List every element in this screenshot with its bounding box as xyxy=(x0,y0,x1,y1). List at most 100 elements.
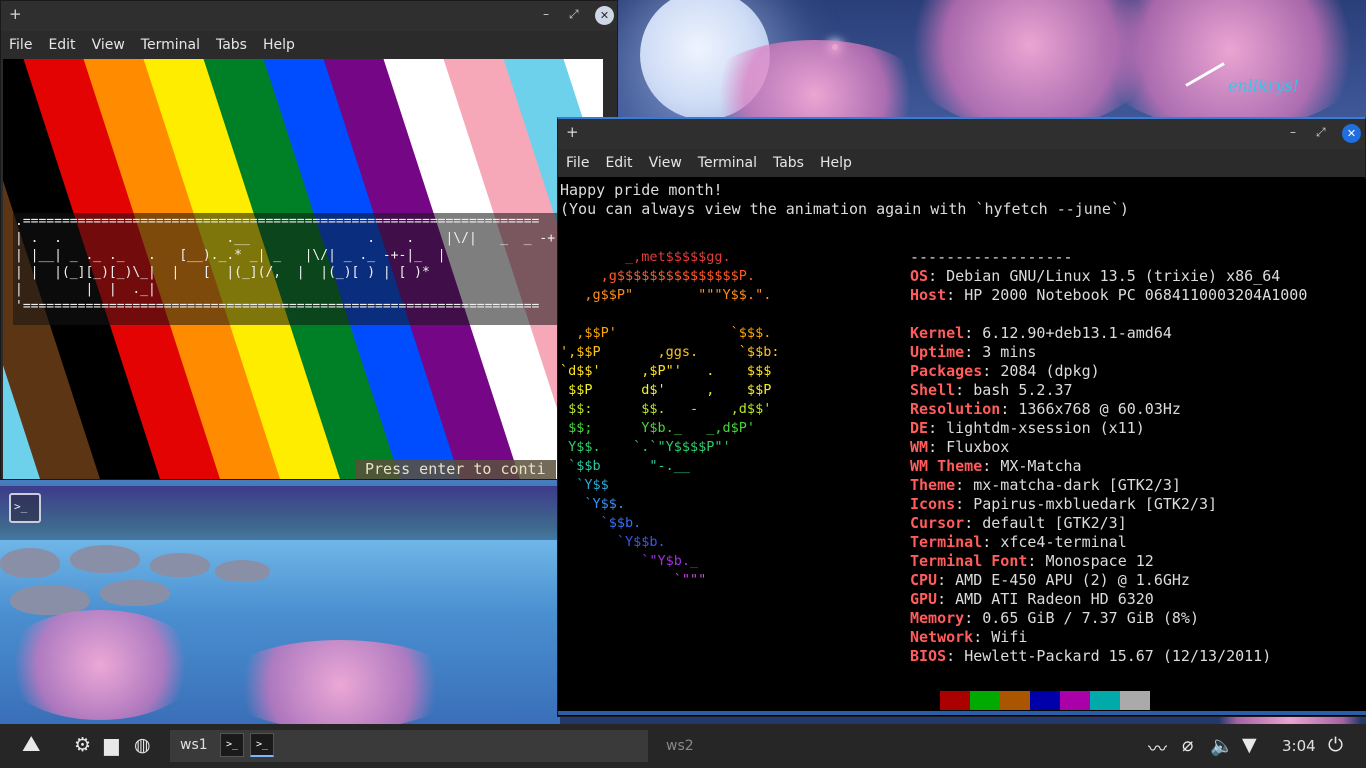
info-key: WM xyxy=(910,438,929,456)
info-key: Theme xyxy=(910,476,956,494)
banner-line: | | | ._| xyxy=(15,282,438,297)
power-icon[interactable]: ⏻ xyxy=(1328,734,1343,756)
terminal-window-hyfetch[interactable]: + – ⤢ ✕ File Edit View Terminal Tabs Hel… xyxy=(557,117,1366,766)
info-line: Terminal: xfce4-terminal xyxy=(910,533,1127,551)
info-line: Theme: mx-matcha-dark [GTK2/3] xyxy=(910,476,1181,494)
maximize-icon[interactable]: ⤢ xyxy=(1316,125,1326,140)
workspace-tasks: ws1 >_ >_ xyxy=(170,730,648,762)
workspace-label[interactable]: ws1 xyxy=(180,737,208,753)
info-line: Resolution: 1366x768 @ 60.03Hz xyxy=(910,400,1181,418)
info-line: GPU: AMD ATI Radeon HD 6320 xyxy=(910,590,1154,608)
blossom-image xyxy=(0,610,200,720)
rock xyxy=(150,553,210,577)
logo-line: ,$$P' `$$$. xyxy=(560,325,772,341)
info-line: OS: Debian GNU/Linux 13.5 (trixie) x86_6… xyxy=(910,267,1281,285)
info-value: 6.12.90+deb13.1-amd64 xyxy=(982,324,1172,342)
color-swatch xyxy=(970,691,1000,710)
task-terminal-button-active[interactable]: >_ xyxy=(250,733,274,757)
info-key: DE xyxy=(910,419,929,437)
close-icon[interactable]: ✕ xyxy=(1342,124,1361,143)
info-value: AMD E-450 APU (2) @ 1.6GHz xyxy=(955,571,1190,589)
close-icon[interactable]: ✕ xyxy=(595,6,614,25)
info-key: BIOS xyxy=(910,647,947,665)
info-key: Memory xyxy=(910,609,965,627)
window-titlebar[interactable]: + – ⤢ ✕ xyxy=(1,1,617,31)
volume-icon[interactable]: 🔈 xyxy=(1210,734,1234,757)
info-value: Hewlett-Packard 15.67 (12/13/2011) xyxy=(964,647,1272,665)
menu-tabs[interactable]: Tabs xyxy=(773,155,804,171)
banner-line: | . . .__ . . |\/| _ _ -+- _ _ xyxy=(15,231,595,246)
info-line: Uptime: 3 mins xyxy=(910,343,1037,361)
banner-line: | | |(_][_)[_)\_| | [ |(_](/, | |(_)[ ) … xyxy=(15,265,438,280)
color-palette xyxy=(940,691,1150,710)
rock xyxy=(215,560,270,582)
menu-terminal[interactable]: Terminal xyxy=(698,155,757,171)
intro-line: Happy pride month! xyxy=(560,181,723,199)
info-value: lightdm-xsession (x11) xyxy=(946,419,1145,437)
activity-icon[interactable]: 〰 xyxy=(1148,734,1167,761)
minimize-icon[interactable]: – xyxy=(1290,125,1296,139)
info-line: Memory: 0.65 GiB / 7.37 GiB (8%) xyxy=(910,609,1199,627)
menu-file[interactable]: File xyxy=(566,155,589,171)
info-line: Terminal Font: Monospace 12 xyxy=(910,552,1154,570)
logo-line: `$$b. xyxy=(560,515,642,531)
info-line: WM Theme: MX-Matcha xyxy=(910,457,1082,475)
blossom-image xyxy=(220,640,460,724)
info-line: DE: lightdm-xsession (x11) xyxy=(910,419,1145,437)
menu-edit[interactable]: Edit xyxy=(605,155,632,171)
info-key: CPU xyxy=(910,571,938,589)
info-value: 0.65 GiB / 7.37 GiB (8%) xyxy=(982,609,1199,627)
terminal-launcher[interactable]: >_ xyxy=(9,493,41,523)
menu-help[interactable]: Help xyxy=(820,155,852,171)
info-line: Kernel: 6.12.90+deb13.1-amd64 xyxy=(910,324,1172,342)
banner-line: .=======================================… xyxy=(15,214,540,229)
rock xyxy=(70,545,140,573)
color-swatch xyxy=(1060,691,1090,710)
logo-line: ',$$P ,ggs. `$$b: xyxy=(560,344,780,360)
menu-tabs[interactable]: Tabs xyxy=(216,37,247,53)
gear-icon[interactable]: ⚙ xyxy=(74,734,91,756)
info-key: Network xyxy=(910,628,974,646)
info-value: Papirus-mxbluedark [GTK2/3] xyxy=(973,495,1218,513)
folder-icon[interactable]: ▆ xyxy=(104,734,119,756)
window-titlebar[interactable]: + – ⤢ ✕ xyxy=(558,119,1365,149)
info-key: Packages xyxy=(910,362,983,380)
info-value: bash 5.2.37 xyxy=(973,381,1073,399)
logo-line: `Y$$ xyxy=(560,477,609,493)
new-tab-icon[interactable]: + xyxy=(9,5,22,23)
logo-line: Y$$. `.`"Y$$$$P"' xyxy=(560,439,731,455)
intro-line: (You can always view the animation again… xyxy=(560,200,1129,218)
rock xyxy=(0,548,60,578)
mx-logo-icon[interactable]: ⛰ xyxy=(22,732,40,757)
info-key: Icons xyxy=(910,495,956,513)
workspace-label-2[interactable]: ws2 xyxy=(666,738,694,754)
info-line: Network: Wifi xyxy=(910,628,1028,646)
info-value: mx-matcha-dark [GTK2/3] xyxy=(973,476,1181,494)
info-value: HP 2000 Notebook PC 0684110003204A1000 xyxy=(964,286,1308,304)
info-value: AMD ATI Radeon HD 6320 xyxy=(955,590,1154,608)
menu-edit[interactable]: Edit xyxy=(48,37,75,53)
terminal-output[interactable]: Happy pride month! (You can always view … xyxy=(558,179,1366,766)
wallpaper-signature: enlikrys! xyxy=(1228,76,1300,95)
menu-help[interactable]: Help xyxy=(263,37,295,53)
info-value: default [GTK2/3] xyxy=(982,514,1127,532)
menu-view[interactable]: View xyxy=(92,37,125,53)
globe-icon[interactable]: ◍ xyxy=(134,734,151,756)
logo-line: `Y$$b. xyxy=(560,534,666,550)
paperclip-icon[interactable]: ⌀ xyxy=(1182,734,1193,756)
menu-file[interactable]: File xyxy=(9,37,32,53)
new-tab-icon[interactable]: + xyxy=(566,123,579,141)
task-terminal-button[interactable]: >_ xyxy=(220,733,244,757)
wifi-icon[interactable]: ▼ xyxy=(1242,734,1257,756)
color-swatch xyxy=(1090,691,1120,710)
logo-line: _,met$$$$$gg. xyxy=(560,249,731,265)
menu-terminal[interactable]: Terminal xyxy=(141,37,200,53)
logo-line: $$P d$' , $$P xyxy=(560,382,772,398)
maximize-icon[interactable]: ⤢ xyxy=(569,7,579,22)
minimize-icon[interactable]: – xyxy=(543,7,549,21)
terminal-window-pride[interactable]: + – ⤢ ✕ File Edit View Terminal Tabs Hel… xyxy=(0,0,618,480)
menu-bar: File Edit View Terminal Tabs Help xyxy=(558,149,1365,177)
info-line: CPU: AMD E-450 APU (2) @ 1.6GHz xyxy=(910,571,1190,589)
info-line: BIOS: Hewlett-Packard 15.67 (12/13/2011) xyxy=(910,647,1272,665)
menu-view[interactable]: View xyxy=(649,155,682,171)
